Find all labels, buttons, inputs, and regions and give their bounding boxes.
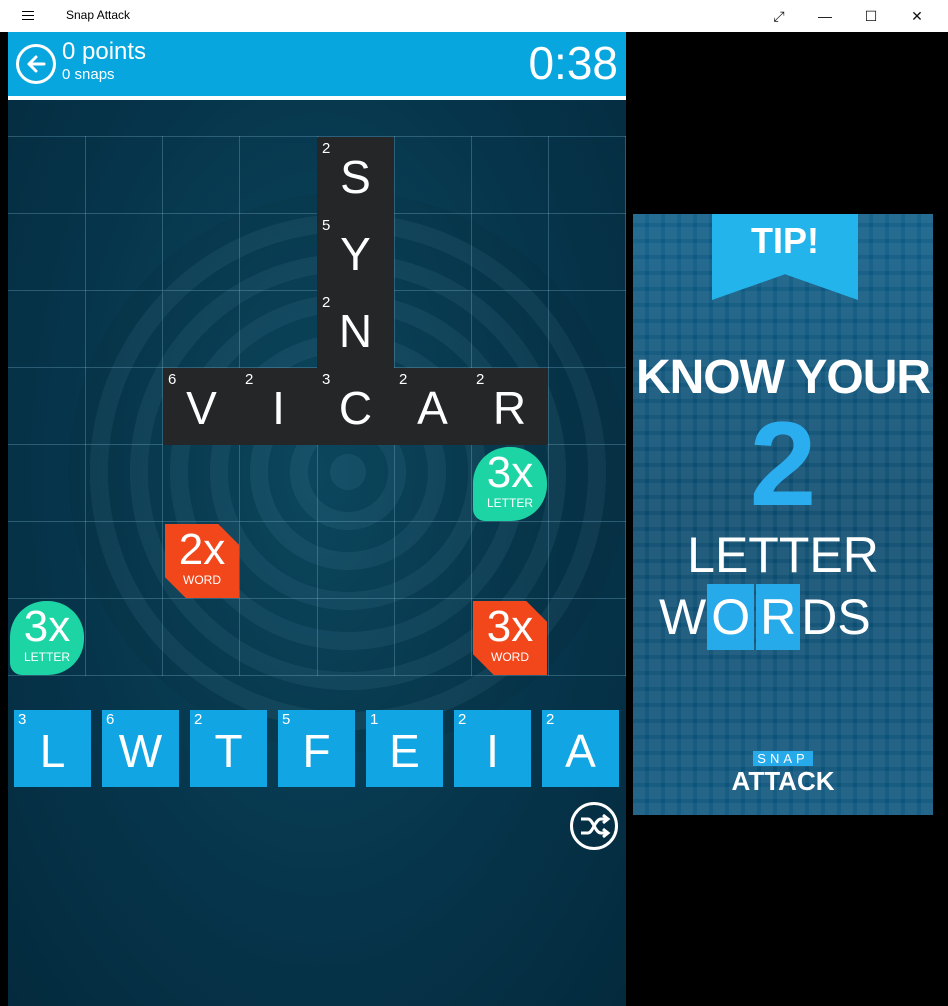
bonus-triple-letter[interactable]: 3x LETTER [473, 447, 547, 521]
ad-words: W O R DS [659, 582, 871, 652]
board-tile: 2 S [317, 137, 394, 214]
ad-word-part-box: O [707, 584, 755, 650]
maximize-icon[interactable]: ☐ [848, 0, 894, 32]
score-header: 0 points 0 snaps 0:38 [8, 32, 626, 100]
logo-top: SNAP [753, 751, 813, 766]
back-button[interactable] [16, 44, 56, 84]
rack-tile[interactable]: 3 L [14, 710, 91, 787]
ad-word-part: W [659, 589, 707, 645]
header-divider [8, 96, 626, 100]
close-icon[interactable]: ✕ [894, 0, 940, 32]
rack-tile[interactable]: 5 F [278, 710, 355, 787]
menu-icon[interactable] [22, 8, 40, 24]
countdown-timer: 0:38 [528, 37, 618, 89]
bonus-multiplier: 3x [486, 602, 534, 651]
board-tile: 2 I [240, 368, 317, 445]
bonus-triple-letter[interactable]: 3x LETTER [10, 601, 84, 675]
points-label: 0 points [62, 38, 147, 65]
board-tile: 5 Y [317, 214, 394, 291]
ad-subline: LETTER [687, 527, 879, 583]
ribbon-text: TIP! [751, 220, 819, 261]
bonus-double-word[interactable]: 2x WORD [165, 524, 239, 598]
grid-line [548, 136, 549, 676]
board-tile: 6 V [163, 368, 240, 445]
grid-line [8, 521, 626, 522]
board-tile: 2 A [394, 368, 471, 445]
tile-letter: T [214, 725, 243, 777]
tile-letter: I [486, 725, 499, 777]
rack-tile[interactable]: 2 I [454, 710, 531, 787]
tile-letter: A [417, 382, 448, 434]
ad-word-part: DS [801, 589, 871, 645]
bonus-triple-word[interactable]: 3x WORD [473, 601, 547, 675]
tile-letter: E [389, 725, 420, 777]
tile-letter: R [492, 382, 527, 434]
snap-attack-logo: SNAP ATTACK [633, 750, 933, 797]
tile-letter: S [340, 151, 371, 203]
tile-letter: A [565, 725, 596, 777]
title-bar: Snap Attack ⤢ — ☐ ✕ [0, 0, 948, 32]
back-arrow-icon [27, 55, 46, 73]
tile-letter: L [39, 725, 66, 777]
bonus-multiplier: 3x [486, 448, 534, 497]
bonus-type: LETTER [23, 650, 70, 664]
shuffle-button[interactable] [570, 802, 618, 850]
rack-tile[interactable]: 6 W [102, 710, 179, 787]
tip-ad-panel[interactable]: TIP! KNOW YOUR 2 LETTER W O R DS SNAP AT… [633, 214, 933, 815]
rack-tile[interactable]: 2 T [190, 710, 267, 787]
tile-letter: V [186, 382, 217, 434]
snaps-label: 0 snaps [62, 66, 115, 83]
tile-letter: W [118, 725, 163, 777]
board-tile: 3 C [317, 368, 394, 445]
bonus-multiplier: 3x [23, 602, 71, 651]
tile-letter: N [338, 305, 373, 357]
grid-line [8, 598, 626, 599]
rack-tile[interactable]: 1 E [366, 710, 443, 787]
tile-letter: Y [340, 228, 371, 280]
game-board: 2 S 5 Y 2 N 6 V 2 I 3 C 2 A 2 R 3x LETTE… [8, 136, 626, 676]
tile-letter: C [338, 382, 373, 434]
bonus-type: LETTER [486, 496, 533, 510]
tile-letter: F [302, 725, 331, 777]
tile-letter: I [272, 382, 285, 434]
grid-line [625, 136, 626, 676]
window-title: Snap Attack [66, 8, 131, 22]
grid-line [8, 675, 626, 676]
board-tile: 2 N [317, 291, 394, 368]
ad-word-part-box: R [756, 584, 801, 650]
ad-number: 2 [749, 397, 817, 531]
bonus-type: WORD [491, 650, 529, 664]
shuffle-icon [581, 813, 611, 839]
bonus-multiplier: 2x [178, 525, 226, 574]
logo-bottom: ATTACK [731, 766, 835, 796]
game-area: 0 points 0 snaps 0:38 2 S 5 Y 2 N 6 V 2 … [8, 32, 626, 1006]
rack-tile[interactable]: 2 A [542, 710, 619, 787]
restore-icon[interactable]: ⤢ [756, 0, 802, 32]
grid-line [85, 136, 86, 676]
board-tile: 2 R [471, 368, 548, 445]
bonus-type: WORD [183, 573, 221, 587]
minimize-icon[interactable]: — [802, 0, 848, 32]
